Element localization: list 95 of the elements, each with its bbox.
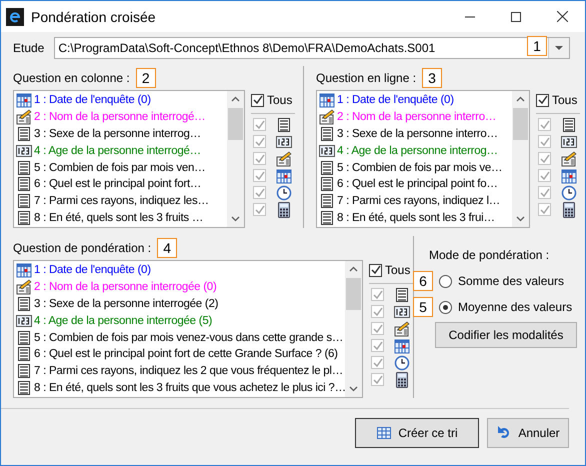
- calendar-icon: [561, 168, 577, 184]
- number-box-icon: [16, 312, 32, 329]
- dropdown-caret-icon: [548, 38, 570, 58]
- callout-badge: 1: [527, 36, 547, 56]
- question-item[interactable]: 7 : Parmi ces rayons, indiquez les 2 que vous fréquentez le pl…: [16, 362, 345, 380]
- list-icon: [16, 126, 32, 142]
- scroll-thumb[interactable]: [513, 108, 528, 140]
- question-item[interactable]: 6 : Quel est le principal point fo…: [319, 176, 512, 193]
- list-icon: [16, 346, 32, 362]
- question-item[interactable]: 6 : Quel est le principal point fort de cette Grande Surface ? (6): [16, 346, 345, 363]
- list-icon: [16, 160, 32, 176]
- checkbox[interactable]: [369, 264, 382, 276]
- question-item[interactable]: 3 : Sexe de la personne interrog…: [16, 126, 227, 142]
- checkbox[interactable]: [536, 94, 549, 106]
- number-box-icon: [276, 134, 292, 150]
- pencil-form-icon: [16, 109, 32, 126]
- list-icon: [394, 286, 410, 302]
- table-icon: [376, 425, 392, 441]
- maximize-icon: [511, 12, 521, 22]
- radio-button[interactable]: [439, 274, 452, 288]
- dialog-button[interactable]: Annuler: [487, 418, 569, 448]
- pencil-form-icon: [561, 150, 577, 166]
- list-icon: [16, 176, 32, 192]
- number-box-icon: [561, 134, 577, 150]
- calendar-icon: [16, 92, 32, 108]
- scroll-thumb[interactable]: [346, 278, 361, 310]
- callout-badge: 2: [136, 68, 156, 88]
- question-item[interactable]: 7 : Parmi ces rayons, indiquez l…: [319, 192, 512, 210]
- pencil-form-icon: [394, 320, 410, 336]
- close-icon: [556, 11, 568, 22]
- calculator-icon: [561, 202, 577, 218]
- panel-label: Question en ligne :: [316, 71, 416, 85]
- callout-badge: 4: [157, 238, 178, 258]
- pencil-form-icon: [319, 109, 335, 126]
- all-label: Tous: [552, 93, 578, 107]
- question-item[interactable]: 5 : Combien de fois par mois venez-vous dans cette grande s…: [16, 329, 345, 346]
- list-icon: [319, 126, 335, 142]
- pencil-form-icon: [16, 279, 32, 296]
- codify-button[interactable]: Codifier les modalités: [435, 322, 577, 348]
- window-title: Pondération croisée: [31, 8, 157, 24]
- list-icon: [319, 176, 335, 192]
- scrollbar[interactable]: [512, 91, 529, 227]
- calendar-icon: [16, 262, 32, 278]
- mode-label: Mode de pondération :: [428, 248, 550, 264]
- calendar-icon: [394, 338, 410, 354]
- number-box-icon: [319, 142, 335, 159]
- list-icon: [319, 160, 335, 176]
- scroll-thumb[interactable]: [228, 108, 243, 140]
- list-icon: [16, 363, 32, 380]
- question-item[interactable]: 4 : Age de la personne interrog…: [319, 142, 512, 160]
- list-icon: [561, 116, 577, 132]
- question-item[interactable]: 8 : En été, quels sont les 3 fruits que vous achetez le plus ici ?…: [16, 380, 345, 396]
- calendar-icon: [276, 168, 292, 184]
- list-icon: [16, 330, 32, 346]
- radio-button[interactable]: [439, 300, 452, 314]
- clock-icon: [394, 354, 410, 370]
- list-icon: [319, 193, 335, 210]
- calendar-icon: [319, 92, 335, 108]
- checkbox[interactable]: [251, 94, 264, 106]
- calculator-icon: [276, 202, 292, 218]
- list-icon: [16, 296, 32, 312]
- question-item[interactable]: 4 : Age de la personne interrogée (5): [16, 312, 345, 330]
- question-item[interactable]: 1 : Date de l'enquête (0): [16, 92, 227, 109]
- calculator-icon: [394, 372, 410, 388]
- dialog-button[interactable]: Créer ce tri: [355, 418, 479, 448]
- question-item[interactable]: 6 : Quel est le principal point fort…: [16, 176, 227, 193]
- question-item[interactable]: 5 : Combien de fois par mois ve…: [319, 159, 512, 176]
- number-box-icon: [394, 304, 410, 320]
- question-item[interactable]: 7 : Parmi ces rayons, indiquez les…: [16, 192, 227, 210]
- pencil-form-icon: [276, 150, 292, 166]
- radio-label: Somme des valeurs: [458, 274, 564, 288]
- callout-badge: 3: [422, 68, 442, 88]
- list-icon: [16, 193, 32, 210]
- question-item[interactable]: 5 : Combien de fois par mois ven…: [16, 159, 227, 176]
- callout-badge: 6: [413, 271, 433, 291]
- question-item[interactable]: 4 : Age de la personne interrogé…: [16, 142, 227, 160]
- question-item[interactable]: 8 : En été, quels sont les 3 frui…: [319, 210, 512, 226]
- all-label: Tous: [385, 263, 410, 277]
- panel-label: Question en colonne :: [13, 71, 130, 85]
- scrollbar[interactable]: [345, 261, 362, 397]
- question-item[interactable]: 1 : Date de l'enquête (0): [16, 262, 345, 279]
- all-label: Tous: [267, 93, 292, 107]
- question-item[interactable]: 3 : Sexe de la personne interro…: [319, 126, 512, 142]
- question-item[interactable]: 3 : Sexe de la personne interrogée (2): [16, 296, 345, 312]
- question-item[interactable]: 1 : Date de l'enquête (0): [319, 92, 512, 109]
- panel-label: Question de pondération :: [13, 241, 152, 255]
- study-label: Etude: [13, 41, 44, 55]
- clock-icon: [276, 184, 292, 200]
- scrollbar[interactable]: [227, 91, 244, 227]
- list-icon: [276, 116, 292, 132]
- number-box-icon: [16, 142, 32, 159]
- radio-label: Moyenne des valeurs: [458, 300, 572, 314]
- clock-icon: [561, 184, 577, 200]
- question-item[interactable]: 8 : En été, quels sont les 3 fruits …: [16, 210, 227, 226]
- callout-badge: 5: [413, 297, 433, 317]
